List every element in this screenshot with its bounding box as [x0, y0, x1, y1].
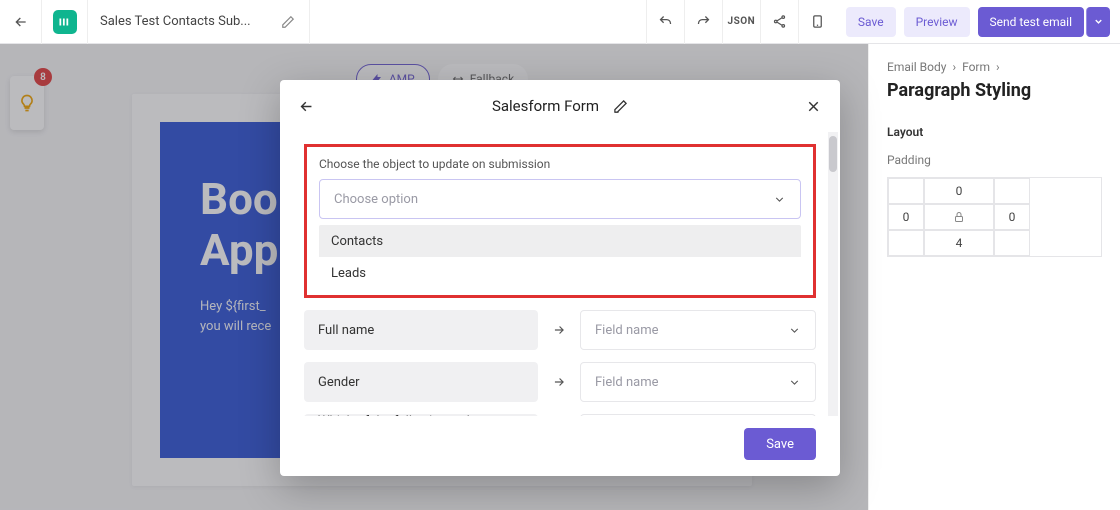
modal-title: Salesform Form	[492, 97, 599, 115]
modal-footer: Save	[280, 416, 840, 476]
back-button[interactable]	[0, 0, 42, 44]
topbar: Sales Test Contacts Sub... JSON Save Pre…	[0, 0, 1120, 44]
side-panel: Email Body› Form› Paragraph Styling Layo…	[868, 44, 1120, 510]
field-map-row: Gender Field name	[304, 362, 816, 402]
object-select-label: Choose the object to update on submissio…	[319, 157, 801, 171]
send-caret-button[interactable]	[1086, 7, 1110, 37]
pencil-icon	[613, 99, 628, 114]
brand-chip-icon	[53, 10, 77, 34]
chevron-down-icon	[1093, 16, 1104, 27]
modal-close-button[interactable]	[805, 98, 822, 115]
object-dropdown: Contacts Leads	[319, 225, 801, 289]
target-placeholder: Field name	[595, 323, 659, 338]
dropdown-option-contacts[interactable]: Contacts	[319, 225, 801, 257]
preview-button[interactable]: Preview	[904, 7, 970, 37]
field-map-row: Which of the following web browsers do F…	[304, 414, 816, 416]
arrow-left-icon	[298, 98, 315, 115]
save-label: Save	[858, 15, 884, 29]
side-sub-padding: Padding	[887, 153, 1102, 167]
modal-body: Choose the object to update on submissio…	[280, 132, 840, 416]
main-area: 8 AMP Fallback BooApp Hey ${first_you wi…	[0, 44, 1120, 510]
chevron-down-icon	[788, 324, 801, 337]
padding-right[interactable]: 0	[994, 204, 1030, 230]
breadcrumb[interactable]: Email Body› Form›	[887, 60, 1102, 74]
modal-save-button[interactable]: Save	[744, 428, 816, 460]
undo-icon	[658, 14, 673, 29]
scrollbar[interactable]	[828, 132, 838, 416]
brand-logo	[42, 0, 88, 44]
share-button[interactable]	[760, 0, 798, 44]
padding-left[interactable]: 0	[888, 204, 924, 230]
json-button[interactable]: JSON	[722, 0, 760, 44]
modal-header: Salesform Form	[280, 80, 840, 132]
source-field: Full name	[304, 310, 538, 350]
send-label: Send test email	[990, 15, 1073, 29]
modal-save-label: Save	[766, 437, 794, 452]
arrow-left-icon	[13, 14, 29, 30]
save-button-top[interactable]: Save	[846, 7, 896, 37]
chevron-down-icon	[773, 193, 786, 206]
arrow-right-icon	[552, 323, 566, 337]
side-section-layout: Layout	[887, 125, 1102, 139]
json-label: JSON	[728, 16, 756, 27]
padding-grid[interactable]: 0 0 0 4	[887, 177, 1102, 257]
target-field-select[interactable]: Field name	[580, 362, 816, 402]
target-field-select[interactable]: Field name	[580, 310, 816, 350]
preview-label: Preview	[916, 15, 958, 29]
device-icon	[810, 14, 825, 29]
undo-button[interactable]	[646, 0, 684, 44]
dropdown-option-leads[interactable]: Leads	[319, 257, 801, 289]
device-button[interactable]	[798, 0, 836, 44]
salesform-modal: Salesform Form Choose the object to upda…	[280, 80, 840, 476]
padding-bottom[interactable]: 4	[924, 230, 994, 256]
modal-edit-title[interactable]	[613, 99, 628, 114]
arrow-right-icon	[552, 375, 566, 389]
padding-top[interactable]: 0	[924, 178, 994, 204]
redo-icon	[696, 14, 711, 29]
lock-icon	[953, 211, 965, 223]
send-test-email-button[interactable]: Send test email	[978, 7, 1085, 37]
object-select-placeholder: Choose option	[334, 192, 418, 207]
target-placeholder: Field name	[595, 375, 659, 390]
modal-back-button[interactable]	[298, 98, 315, 115]
close-icon	[805, 98, 822, 115]
pencil-icon[interactable]	[281, 15, 295, 29]
crumb-form[interactable]: Form	[962, 60, 990, 74]
chevron-down-icon	[788, 376, 801, 389]
padding-lock[interactable]	[924, 204, 994, 230]
source-field: Gender	[304, 362, 538, 402]
source-field: Which of the following web browsers do	[304, 414, 538, 416]
target-field-select[interactable]: Field name	[580, 414, 816, 416]
redo-button[interactable]	[684, 0, 722, 44]
field-map-row: Full name Field name	[304, 310, 816, 350]
crumb-email-body[interactable]: Email Body	[887, 60, 946, 74]
share-icon	[772, 14, 787, 29]
document-title-text: Sales Test Contacts Sub...	[100, 14, 251, 29]
object-select[interactable]: Choose option	[319, 179, 801, 219]
side-heading: Paragraph Styling	[887, 80, 1102, 101]
document-title[interactable]: Sales Test Contacts Sub...	[88, 0, 310, 44]
highlight-box: Choose the object to update on submissio…	[304, 144, 816, 298]
